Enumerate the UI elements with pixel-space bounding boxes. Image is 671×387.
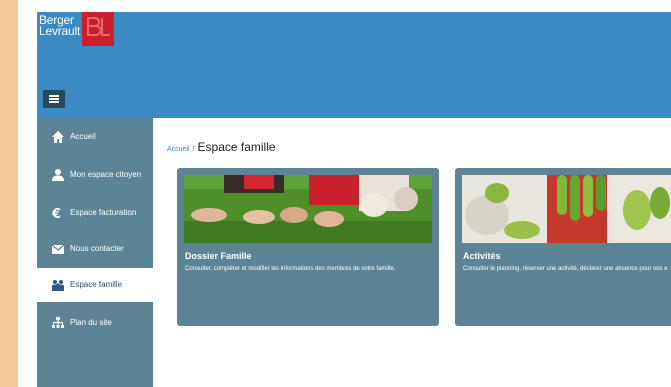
logo[interactable]: Berger Levrault: [37, 12, 117, 50]
logo-mark-icon: [82, 12, 114, 46]
sidebar-item-mon-espace-citoyen[interactable]: Mon espace citoyen: [37, 158, 153, 192]
card-title: Activités: [463, 251, 501, 261]
home-icon: [52, 131, 64, 143]
logo-text: Berger Levrault: [39, 14, 81, 38]
top-header: [37, 12, 671, 118]
sidebar-item-nous-contacter[interactable]: Nous contacter: [37, 232, 153, 266]
sidebar-item-label: Espace famille: [70, 280, 123, 289]
sidebar-item-accueil[interactable]: Accueil: [37, 120, 153, 154]
sidebar-item-label: Mon espace citoyen: [70, 170, 142, 179]
page-title: Espace famille: [197, 140, 276, 154]
breadcrumb-separator: /: [192, 146, 195, 153]
sidebar-item-espace-famille[interactable]: Espace famille: [37, 268, 153, 302]
user-icon: [52, 169, 64, 181]
sidebar-item-label: Nous contacter: [70, 244, 124, 253]
card-activites[interactable]: Activités Consulter le planning, réserve…: [455, 168, 671, 326]
card-description: Consulter le planning, réserver une acti…: [463, 266, 668, 272]
envelope-icon: [51, 244, 65, 254]
hamburger-icon-line: [49, 101, 59, 103]
painted-hands-image: [462, 175, 671, 243]
hamburger-icon-line: [49, 98, 59, 100]
sidebar-item-espace-facturation[interactable]: € Espace facturation: [37, 196, 153, 230]
euro-icon: €: [51, 207, 61, 220]
card-description: Consulter, compléter et modifier les inf…: [185, 266, 396, 272]
breadcrumb-home-link[interactable]: Accueil: [167, 146, 190, 153]
sidebar-item-label: Accueil: [70, 132, 96, 141]
svg-text:€: €: [51, 207, 61, 220]
hamburger-icon-line: [49, 95, 59, 97]
family-photo-image: [184, 175, 432, 243]
sitemap-icon: [52, 317, 64, 328]
logo-line2: Levrault: [39, 24, 81, 38]
sidebar-item-label: Plan du site: [70, 318, 112, 327]
sidebar-item-plan-du-site[interactable]: Plan du site: [37, 306, 153, 340]
card-dossier-famille[interactable]: Dossier Famille Consulter, compléter et …: [177, 168, 439, 326]
menu-toggle-button[interactable]: [43, 90, 65, 108]
breadcrumb: Accueil / Espace famille: [167, 140, 276, 154]
sidebar-item-label: Espace facturation: [70, 208, 137, 217]
family-icon: [52, 280, 64, 291]
sidebar: Accueil Mon espace citoyen € Espace fact…: [37, 118, 153, 387]
card-title: Dossier Famille: [185, 251, 252, 261]
